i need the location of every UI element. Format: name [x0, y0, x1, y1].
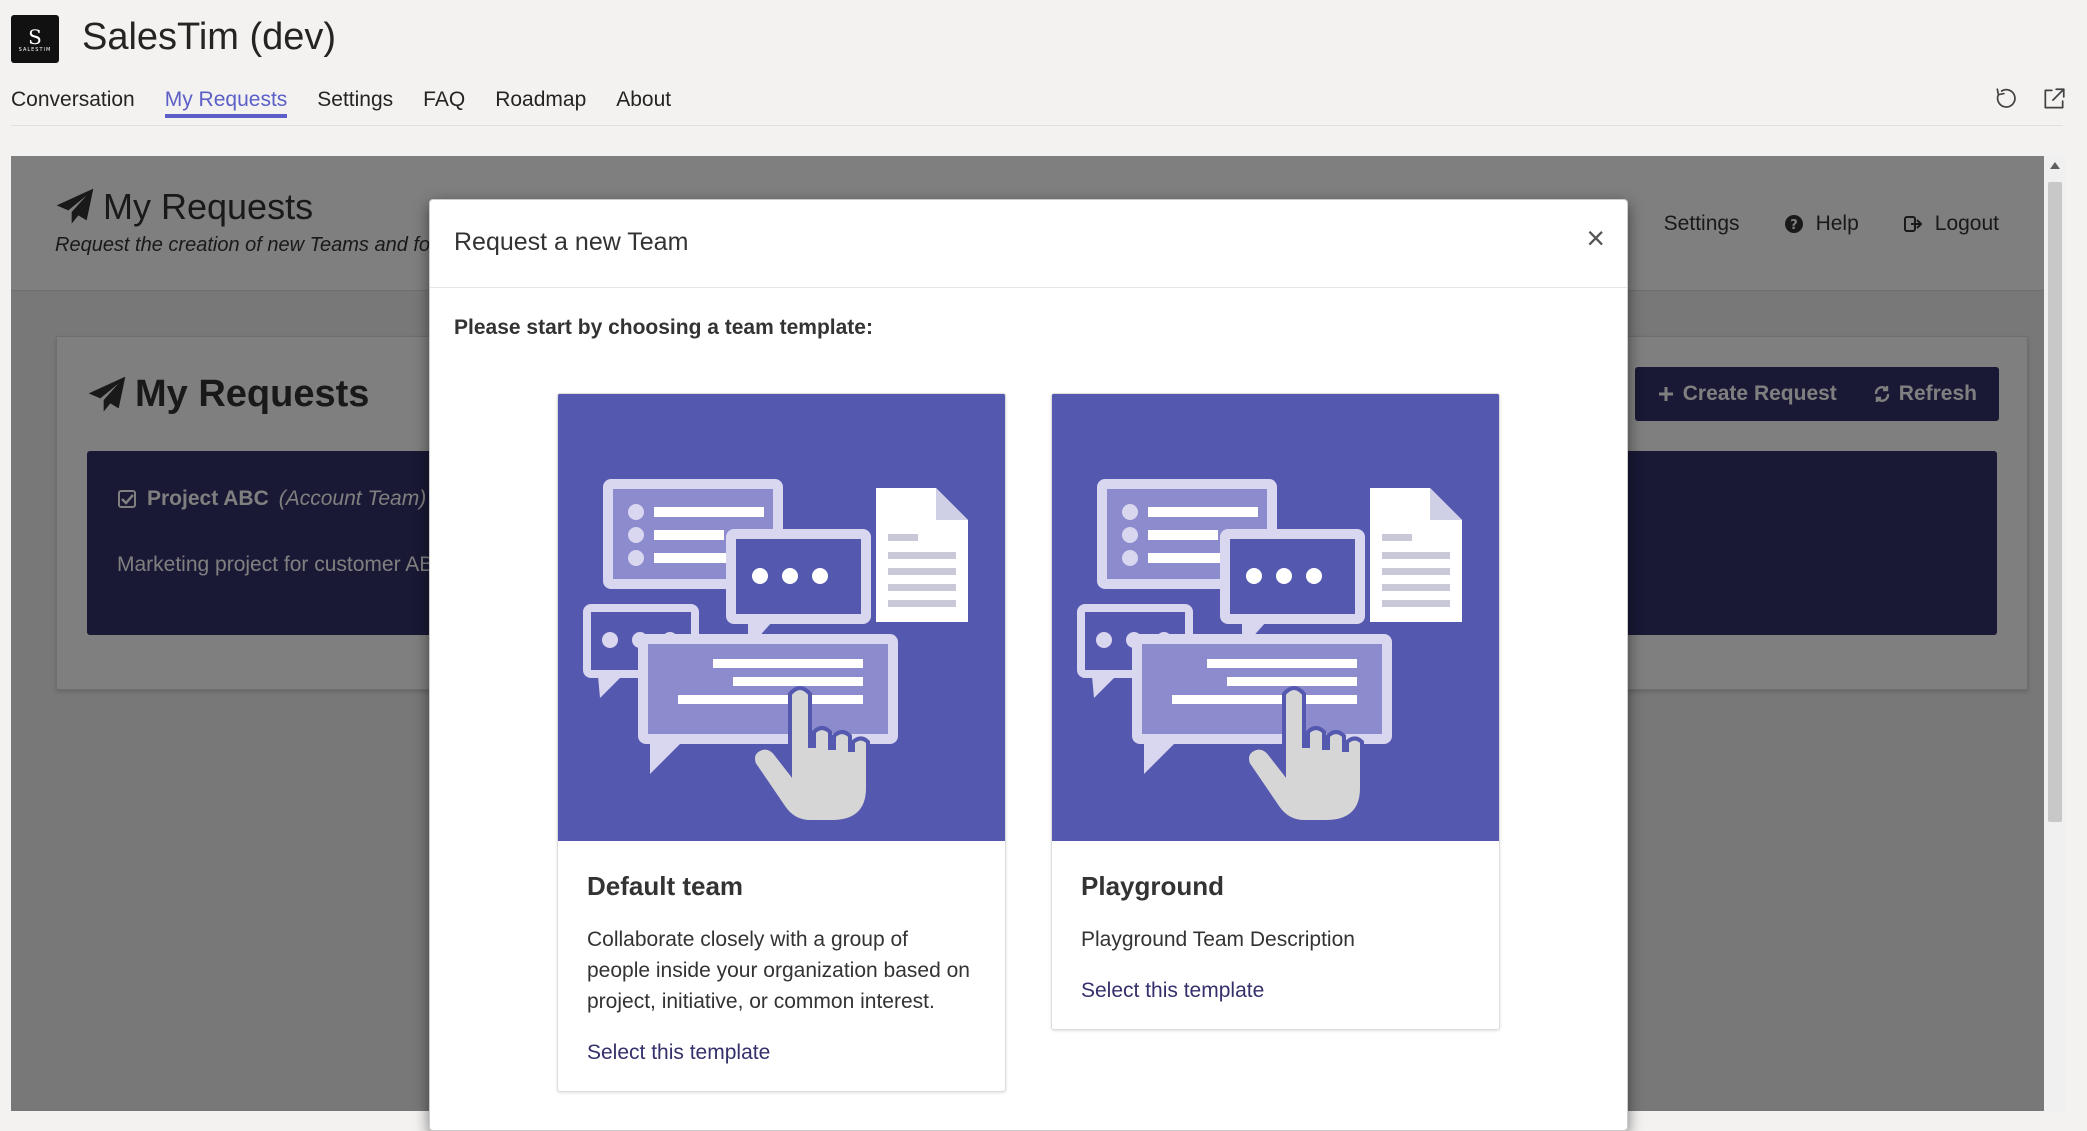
- modal-header: Request a new Team ×: [430, 200, 1627, 288]
- template-name: Default team: [587, 871, 744, 901]
- app-title: SalesTim (dev): [82, 16, 337, 58]
- app-header: S SALESTIM SalesTim (dev) Conversation M…: [0, 0, 2087, 126]
- select-template-link[interactable]: Select this template: [587, 1041, 976, 1065]
- select-template-link[interactable]: Select this template: [1081, 979, 1470, 1003]
- template-name: Playground: [1081, 871, 1225, 901]
- app-logo: S SALESTIM: [11, 15, 59, 63]
- close-icon[interactable]: ×: [1586, 222, 1605, 254]
- template-illustration: [1052, 394, 1499, 841]
- tab-my-requests[interactable]: My Requests: [164, 88, 288, 118]
- template-card-default[interactable]: Default team Collaborate closely with a …: [557, 393, 1006, 1092]
- team-chat-illustration-icon: [558, 394, 1005, 841]
- frame-scrollbar[interactable]: [2044, 156, 2066, 1111]
- template-card-playground[interactable]: Playground Playground Team Description S…: [1051, 393, 1500, 1030]
- app-actions: [1993, 86, 2067, 117]
- modal-intro: Please start by choosing a team template…: [454, 316, 873, 339]
- scrollbar-thumb[interactable]: [2048, 182, 2062, 822]
- header-divider: [11, 125, 2063, 126]
- scroll-up-arrow[interactable]: [2050, 162, 2060, 169]
- tab-about[interactable]: About: [616, 88, 671, 118]
- modal-title: Request a new Team: [454, 228, 689, 256]
- tab-conversation[interactable]: Conversation: [11, 88, 135, 118]
- tab-roadmap[interactable]: Roadmap: [495, 88, 586, 118]
- tab-faq[interactable]: FAQ: [423, 88, 465, 118]
- template-illustration: [558, 394, 1005, 841]
- template-body: Default team Collaborate closely with a …: [558, 841, 1005, 1091]
- template-body: Playground Playground Team Description S…: [1052, 841, 1499, 1029]
- new-team-modal: Request a new Team × Please start by cho…: [429, 199, 1628, 1131]
- tab-settings[interactable]: Settings: [317, 88, 393, 118]
- app-tabs: Conversation My Requests Settings FAQ Ro…: [11, 88, 671, 118]
- template-description: Collaborate closely with a group of peop…: [587, 928, 970, 1013]
- team-chat-illustration-icon: [1052, 394, 1499, 841]
- reload-icon[interactable]: [1993, 86, 2019, 117]
- template-description: Playground Team Description: [1081, 928, 1355, 951]
- popout-icon[interactable]: [2041, 86, 2067, 117]
